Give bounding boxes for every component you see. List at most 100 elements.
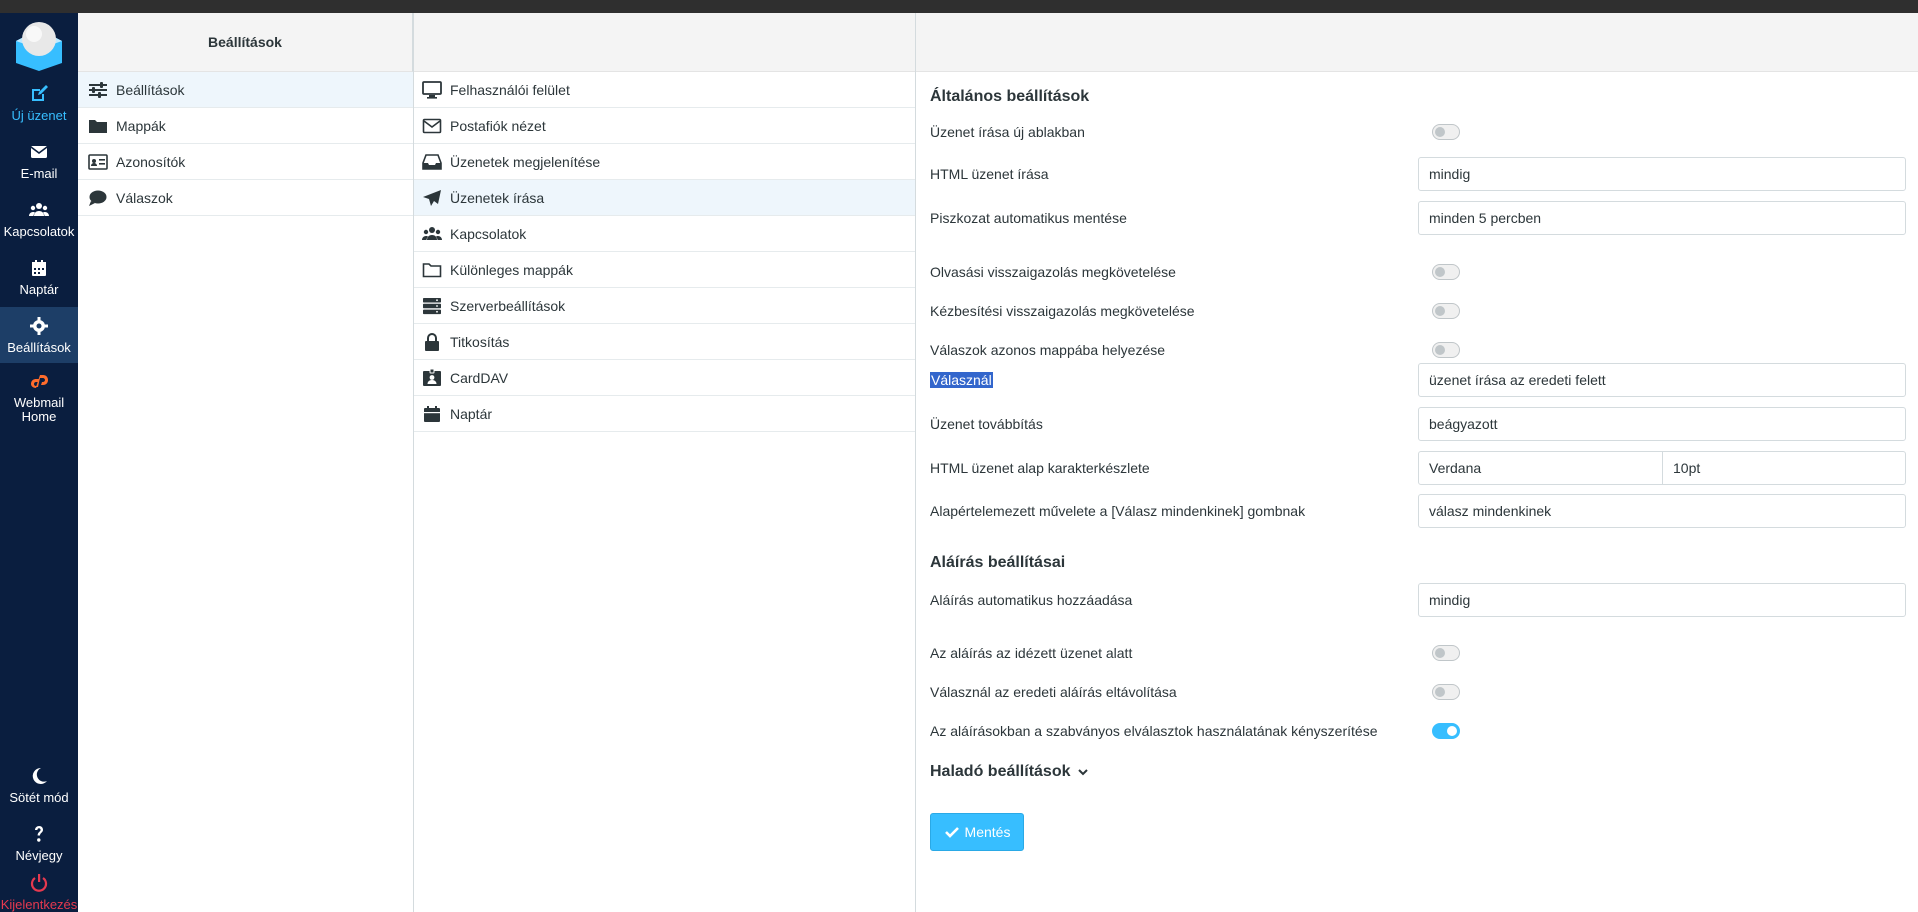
inbox-tray-icon <box>422 153 442 170</box>
delivery-receipt-label: Kézbesítési visszaigazolás megkövetelése <box>930 303 1195 319</box>
strip-signature-label: Válasznál az eredeti aláírás eltávolítás… <box>930 684 1177 700</box>
pref-item-displaying-messages[interactable]: Üzenetek megjelenítése <box>414 144 915 180</box>
section-item-identities[interactable]: Azonosítók <box>78 144 413 180</box>
paper-plane-icon <box>423 189 441 206</box>
nav-dark-mode-label: Sötét mód <box>9 789 69 805</box>
settings-sections-panel: Beállítások Beállítások Mappák Azonosító… <box>78 13 414 912</box>
nav-about-label: Névjegy <box>15 847 63 863</box>
forward-select[interactable]: beágyazott <box>1418 407 1906 441</box>
row-signature-below-quote: Az aláírás az idézett üzenet alatt <box>930 636 1906 670</box>
force-separator-toggle[interactable] <box>1432 723 1460 739</box>
autosave-select[interactable]: minden 5 percben <box>1418 201 1906 235</box>
nav-mail[interactable]: E-mail <box>0 133 78 189</box>
question-icon <box>35 825 43 842</box>
check-icon <box>944 827 959 838</box>
default-font-label: HTML üzenet alap karakterkészlete <box>930 460 1150 476</box>
moon-icon <box>32 767 47 784</box>
signature-auto-add-select[interactable]: mindig <box>1418 583 1906 617</box>
row-strip-signature: Válasznál az eredeti aláírás eltávolítás… <box>930 675 1906 709</box>
pref-item-label: Üzenetek írása <box>450 189 545 206</box>
preferences-sections-panel: Felhasználói felület Postafiók nézet Üze… <box>414 13 916 912</box>
row-forward: Üzenet továbbítás beágyazott <box>930 407 1906 441</box>
reply-same-folder-label: Válaszok azonos mappába helyezése <box>930 342 1166 358</box>
envelope-outline-icon <box>422 118 442 133</box>
read-receipt-label: Olvasási visszaigazolás megkövetelése <box>930 264 1176 280</box>
reply-all-select[interactable]: válasz mindenkinek <box>1418 494 1906 528</box>
section-item-preferences[interactable]: Beállítások <box>78 72 413 108</box>
pref-item-mailbox-view[interactable]: Postafiók nézet <box>414 108 915 144</box>
pref-item-carddav[interactable]: CardDAV <box>414 360 915 396</box>
signature-below-quote-toggle[interactable] <box>1432 645 1460 661</box>
pref-item-special-folders[interactable]: Különleges mappák <box>414 252 915 288</box>
section-item-label: Azonosítók <box>116 153 186 170</box>
row-compose-new-window: Üzenet írása új ablakban <box>930 115 1906 149</box>
row-read-receipt: Olvasási visszaigazolás megkövetelése <box>930 255 1906 289</box>
html-compose-label: HTML üzenet írása <box>930 166 1049 182</box>
sliders-icon <box>89 81 107 98</box>
strip-signature-toggle[interactable] <box>1432 684 1460 700</box>
monitor-icon <box>422 80 442 99</box>
nav-calendar-label: Naptár <box>19 281 59 297</box>
nav-compose-label: Új üzenet <box>11 107 67 123</box>
server-icon <box>423 297 441 314</box>
pref-item-label: Kapcsolatok <box>450 225 527 242</box>
row-autosave: Piszkozat automatikus mentése minden 5 p… <box>930 201 1906 235</box>
compose-new-window-toggle[interactable] <box>1432 124 1460 140</box>
nav-logout[interactable]: Kijelentkezés <box>0 871 78 912</box>
roundcube-logo-icon[interactable] <box>12 17 66 71</box>
preferences-panel-header <box>414 13 915 72</box>
read-receipt-toggle[interactable] <box>1432 264 1460 280</box>
comment-icon <box>89 190 107 206</box>
nav-about[interactable]: Névjegy <box>0 815 78 871</box>
section-item-folders[interactable]: Mappák <box>78 108 413 144</box>
main-navigation: Új üzenet E-mail Kapcsolatok Naptár Beál… <box>0 13 78 912</box>
save-button-label: Mentés <box>964 824 1011 840</box>
row-html-compose: HTML üzenet írása mindig <box>930 157 1906 191</box>
lock-icon <box>425 332 439 351</box>
folder-outline-icon <box>422 262 442 277</box>
folder-icon <box>89 119 107 133</box>
font-size-select[interactable]: 10pt <box>1662 451 1906 485</box>
pref-item-label: Felhasználói felület <box>450 81 570 98</box>
nav-contacts-label: Kapcsolatok <box>3 223 75 239</box>
nav-cpanel-home[interactable]: Webmail Home <box>0 365 78 429</box>
row-reply-same-folder: Válaszok azonos mappába helyezése <box>930 333 1906 367</box>
pref-item-label: Postafiók nézet <box>450 117 546 134</box>
users-icon <box>422 226 442 240</box>
force-separator-label: Az aláírásokban a szabványos elválasztok… <box>930 723 1378 739</box>
pref-item-composing-messages[interactable]: Üzenetek írása <box>414 180 915 216</box>
pref-item-server-settings[interactable]: Szerverbeállítások <box>414 288 915 324</box>
nav-settings[interactable]: Beállítások <box>0 307 78 363</box>
row-force-separator: Az aláírásokban a szabványos elválasztok… <box>930 714 1906 748</box>
users-icon <box>29 202 49 216</box>
pref-item-label: Üzenetek megjelenítése <box>450 153 601 170</box>
html-compose-select[interactable]: mindig <box>1418 157 1906 191</box>
font-family-select[interactable]: Verdana <box>1418 451 1663 485</box>
delivery-receipt-toggle[interactable] <box>1432 303 1460 319</box>
section-title-general: Általános beállítások <box>930 88 1090 105</box>
nav-logout-label: Kijelentkezés <box>0 897 78 912</box>
pref-item-contacts[interactable]: Kapcsolatok <box>414 216 915 252</box>
cpanel-icon <box>31 374 48 388</box>
row-reply-mode: Válasznál üzenet írása az eredeti felett <box>930 363 1906 397</box>
reply-same-folder-toggle[interactable] <box>1432 342 1460 358</box>
nav-contacts[interactable]: Kapcsolatok <box>0 191 78 247</box>
reply-mode-label: Válasznál <box>930 372 993 388</box>
preferences-content: Általános beállítások Üzenet írása új ab… <box>916 13 1918 912</box>
pref-item-user-interface[interactable]: Felhasználói felület <box>414 72 915 108</box>
nav-dark-mode[interactable]: Sötét mód <box>0 757 78 813</box>
forward-label: Üzenet továbbítás <box>930 416 1043 432</box>
section-item-responses[interactable]: Válaszok <box>78 180 413 216</box>
settings-panel-header: Beállítások <box>78 13 413 72</box>
section-title-signature: Aláírás beállításai <box>930 554 1066 571</box>
id-card-icon <box>88 153 108 170</box>
advanced-settings-toggle[interactable]: Haladó beállítások <box>930 763 1089 781</box>
pref-item-calendar[interactable]: Naptár <box>414 396 915 432</box>
pref-item-encryption[interactable]: Titkosítás <box>414 324 915 360</box>
power-icon <box>30 874 48 892</box>
save-button[interactable]: Mentés <box>930 813 1024 851</box>
nav-calendar[interactable]: Naptár <box>0 249 78 305</box>
reply-mode-select[interactable]: üzenet írása az eredeti felett <box>1418 363 1906 397</box>
contact-card-icon <box>423 368 441 386</box>
nav-compose[interactable]: Új üzenet <box>0 75 78 131</box>
